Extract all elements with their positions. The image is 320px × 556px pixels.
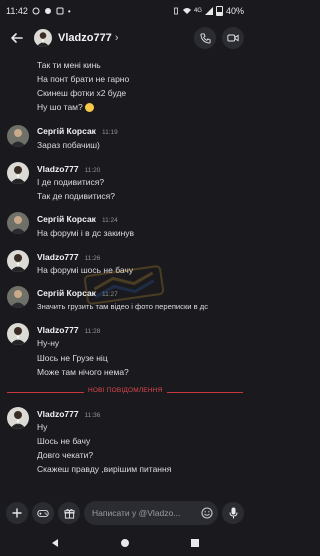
message-time: 11:28	[84, 328, 101, 335]
app-icon	[44, 8, 51, 14]
status-bar: 11:42 • 4G 40%	[0, 0, 250, 22]
phone-icon	[199, 32, 211, 44]
message-line: Так ти мені кинь	[37, 60, 101, 70]
message-author[interactable]: Vladzo777	[37, 164, 79, 174]
gift-icon	[63, 508, 75, 519]
activities-button[interactable]	[32, 502, 54, 524]
message-time: 11:20	[84, 167, 101, 174]
message-composer: Написати у @Vladzo...	[0, 498, 250, 528]
avatar[interactable]	[7, 286, 29, 308]
message-line: Ну-ну	[37, 338, 60, 348]
emoji-icon[interactable]	[201, 507, 213, 519]
chat-title[interactable]: Vladzo777	[58, 32, 112, 44]
avatar[interactable]	[7, 162, 29, 184]
avatar[interactable]	[7, 323, 29, 345]
message-line: Довго чекати?	[37, 450, 94, 460]
message-line: Скажеш правду ,вирішим питання	[37, 464, 172, 474]
microphone-icon	[229, 507, 237, 519]
message-line: Може там нічого нема?	[37, 367, 129, 377]
message-line: На понт брати не гарно	[37, 74, 130, 84]
message-input-placeholder: Написати у @Vladzo...	[92, 508, 181, 518]
message-author[interactable]: Vladzo777	[37, 252, 79, 262]
video-call-button[interactable]	[222, 27, 244, 49]
message-line: Скинеш фотки х2 буде	[37, 88, 127, 98]
message-line: Зараз побачиш)	[37, 140, 100, 150]
network-label: 4G	[193, 8, 202, 14]
message-author[interactable]: Сергій Корсак	[37, 214, 96, 224]
message-input[interactable]: Написати у @Vladzo...	[84, 501, 218, 525]
vibrate-icon	[174, 7, 178, 15]
avatar[interactable]	[7, 250, 29, 272]
voice-call-button[interactable]	[194, 27, 216, 49]
avatar[interactable]	[7, 212, 29, 234]
message-line: Шось не бачу	[37, 436, 91, 446]
message-author[interactable]: Vladzo777	[37, 409, 79, 419]
message-line: Шось не Грузе ніц	[37, 353, 108, 363]
message-line: Так де подивитися?	[37, 191, 116, 201]
gamepad-icon	[37, 509, 49, 517]
message-line: І де подивитися?	[37, 177, 105, 187]
avatar[interactable]	[7, 407, 29, 429]
chevron-right-icon[interactable]: ›	[115, 32, 119, 44]
video-icon	[227, 34, 239, 42]
more-dot-icon: •	[67, 6, 71, 16]
avatar[interactable]	[7, 125, 29, 147]
wifi-icon	[182, 8, 191, 14]
nav-back-icon[interactable]	[50, 538, 60, 548]
message-line: Ну шо там?	[37, 102, 94, 113]
plus-icon	[12, 508, 22, 518]
notification-icon	[32, 7, 40, 15]
message-author[interactable]: Сергій Корсак	[37, 126, 96, 136]
battery-icon	[215, 6, 223, 16]
message-time: 11:26	[84, 255, 101, 262]
nav-home-icon[interactable]	[120, 538, 130, 548]
status-time: 11:42	[6, 6, 28, 16]
nav-recents-icon[interactable]	[190, 538, 200, 548]
voice-message-button[interactable]	[222, 502, 244, 524]
message-time: 11:24	[101, 217, 118, 224]
chat-header: Vladzo777 ›	[0, 24, 250, 52]
media-icon	[56, 7, 64, 15]
message-time: 11:19	[101, 129, 118, 136]
battery-level: 40%	[225, 6, 244, 16]
message-author[interactable]: Vladzo777	[37, 325, 79, 335]
message-text: Ну шо там?	[37, 102, 83, 112]
signal-icon	[204, 7, 213, 15]
add-attachment-button[interactable]	[6, 502, 28, 524]
back-arrow-icon[interactable]	[6, 27, 28, 49]
header-avatar[interactable]	[34, 29, 52, 47]
message-line: На форумі і в дс закинув	[37, 228, 135, 238]
system-navigation-bar	[0, 530, 250, 556]
message-time: 11:36	[84, 412, 101, 419]
message-line: Ну	[37, 422, 48, 432]
laughing-emoji-icon	[84, 103, 94, 113]
new-messages-label: НОВІ ПОВІДОМЛЕННЯ	[84, 387, 167, 394]
gift-button[interactable]	[58, 502, 80, 524]
